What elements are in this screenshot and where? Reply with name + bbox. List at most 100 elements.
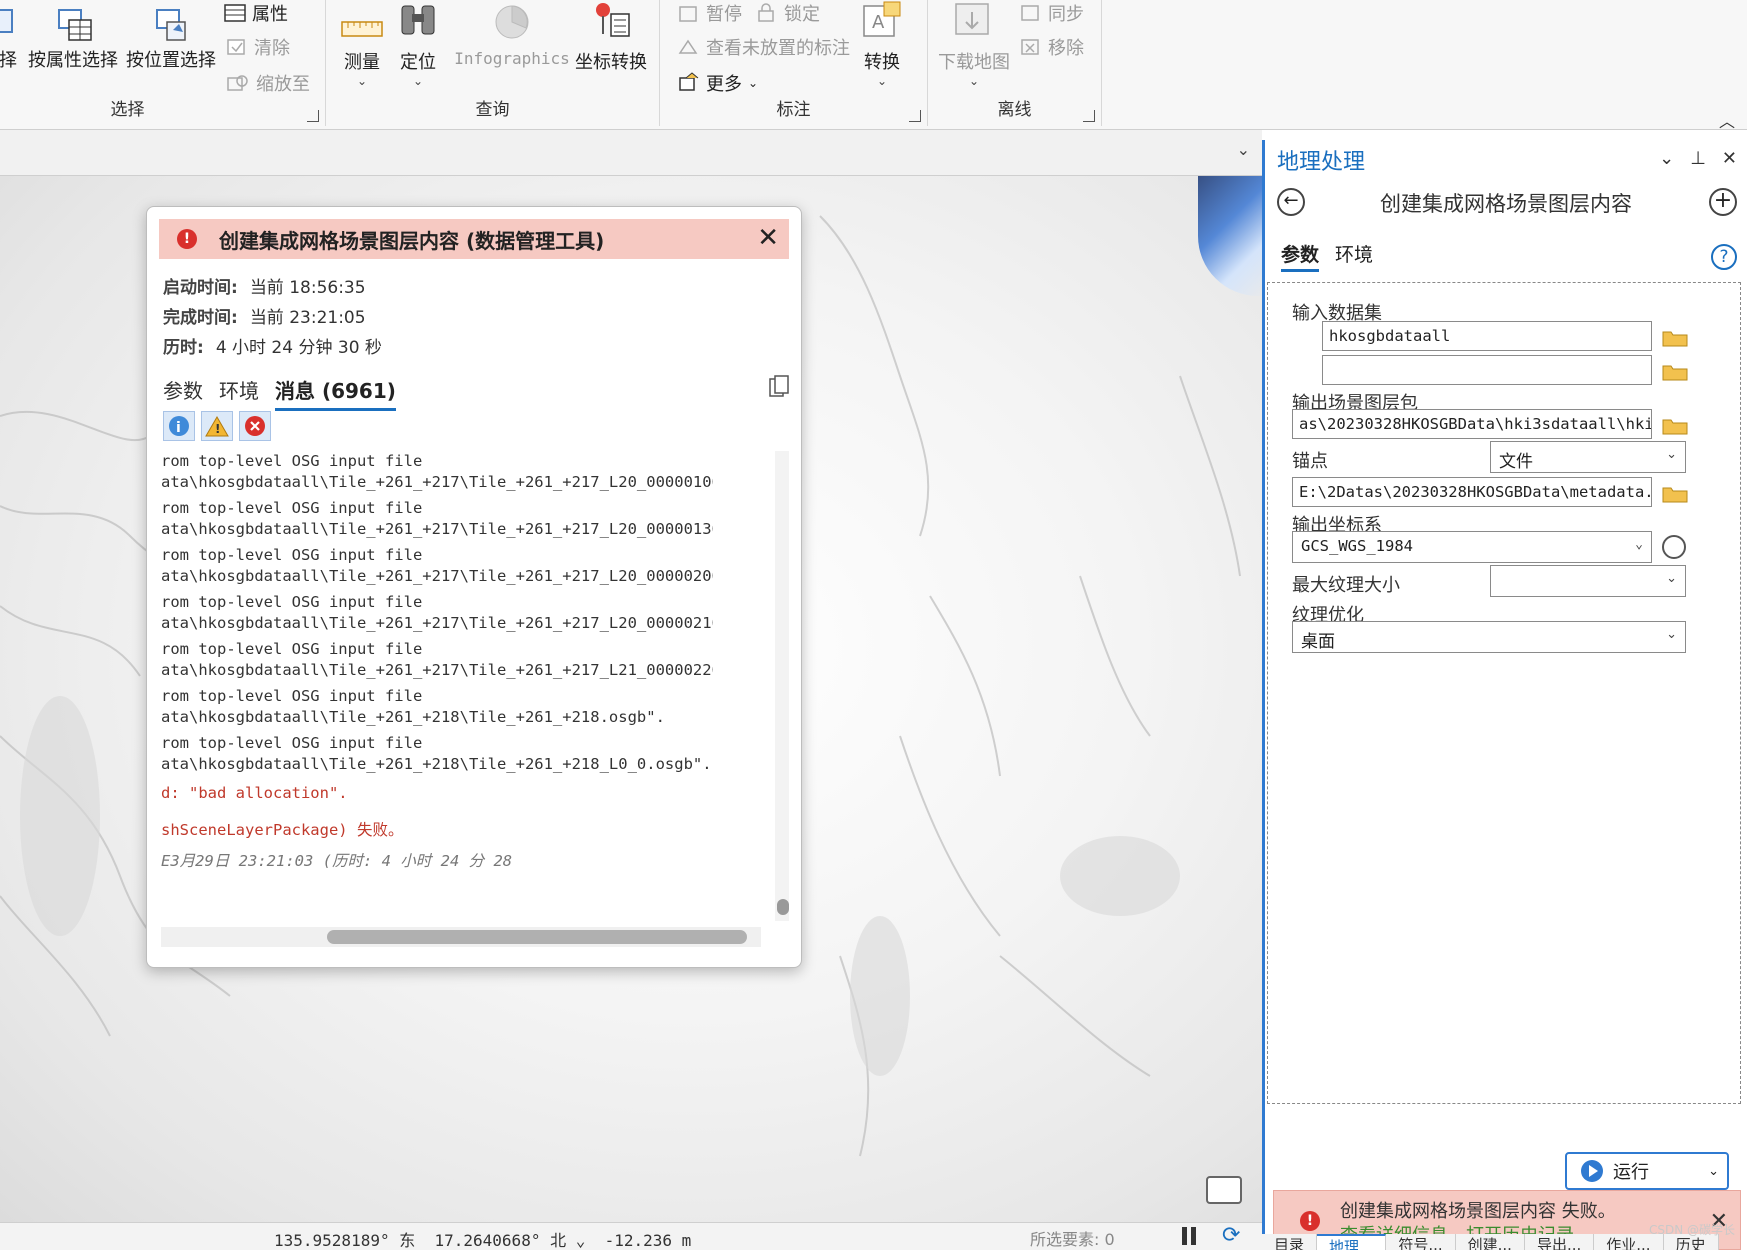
select-by-attribute-button[interactable]: 按属性选择	[26, 8, 120, 72]
locate-button[interactable]: 定位 ⌄	[392, 0, 444, 88]
copy-icon[interactable]	[769, 375, 789, 399]
help-icon[interactable]: ?	[1711, 244, 1737, 270]
location-select-icon	[156, 9, 186, 41]
add-plus-icon[interactable]: +	[1709, 188, 1737, 216]
scrollbar-thumb[interactable]	[327, 930, 747, 944]
download-map-button[interactable]: 下载地图 ⌄	[932, 0, 1016, 88]
elapsed-time-row: 历时: 4 小时 24 分钟 30 秒	[163, 338, 382, 358]
folder-icon[interactable]	[1662, 483, 1688, 503]
geoprocessing-pane: 地理处理 ⌄ ⊥ ✕ ← 创建集成网格场景图层内容 + 参数 环境 ? 输入数据…	[1262, 140, 1747, 1250]
binoculars-icon	[401, 5, 435, 35]
unplaced-labels-icon	[678, 39, 698, 54]
list-item: rom top-level OSG input file ata\hkosgbda…	[161, 452, 713, 491]
more-labels-icon	[679, 72, 699, 91]
select-group: 择 按属性选择 按位置选择 属性 清除 缩放至 选择	[0, 0, 326, 126]
pie-chart-icon	[495, 5, 529, 39]
output-crs-select[interactable]: GCS_WGS_1984 ⌄	[1292, 531, 1652, 563]
zoom-to-selection-button[interactable]: 缩放至	[226, 70, 310, 96]
messages-list: rom top-level OSG input file ata\hkosgbda…	[161, 451, 713, 921]
input-dataset-field[interactable]: hkosgbdataall	[1322, 321, 1652, 351]
globe-icon[interactable]	[1662, 535, 1686, 559]
pane-titlebar: 地理处理 ⌄ ⊥ ✕	[1265, 140, 1747, 180]
list-item: rom top-level OSG input file ata\hkosgbda…	[161, 593, 713, 632]
tab-environments[interactable]: 环境	[1335, 240, 1373, 272]
tab-symbology[interactable]: 符号...	[1386, 1234, 1456, 1250]
anchor-type-select[interactable]: 文件 ⌄	[1490, 441, 1686, 473]
clear-selection-button[interactable]: 清除	[226, 34, 290, 60]
coordinate-conversion-button[interactable]: 坐标转换	[570, 0, 652, 74]
scrollbar-thumb[interactable]	[777, 899, 789, 915]
labeling-group-launcher-icon[interactable]	[909, 110, 921, 122]
select-group-launcher-icon[interactable]	[307, 110, 319, 122]
lock-icon	[758, 3, 774, 22]
offline-group-launcher-icon[interactable]	[1083, 110, 1095, 122]
dialog-close-icon[interactable]: ✕	[757, 223, 779, 253]
warning-filter-icon[interactable]: !	[201, 411, 233, 441]
tab-geoprocessing[interactable]: 地理...	[1317, 1234, 1387, 1250]
dialog-header: ! 创建集成网格场景图层内容 (数据管理工具) ✕	[159, 219, 789, 259]
infographics-button[interactable]: Infographics	[452, 0, 572, 69]
chevron-down-icon[interactable]: ⌄	[1708, 1164, 1719, 1179]
tab-messages[interactable]: 消息 (6961)	[275, 375, 396, 411]
more-labeling-button[interactable]: 更多 ⌄	[678, 70, 758, 96]
list-item: rom top-level OSG input file ata\hkosgbda…	[161, 734, 712, 773]
offline-group-label: 离线	[997, 100, 1032, 120]
measure-button[interactable]: 测量 ⌄	[336, 14, 388, 88]
collapse-ribbon-icon[interactable]: ︿	[1719, 108, 1735, 132]
texture-optimization-select[interactable]: 桌面 ⌄	[1292, 621, 1686, 653]
remove-offline-button[interactable]: 移除	[1020, 34, 1084, 60]
folder-icon[interactable]	[1662, 415, 1688, 435]
zoom-to-icon	[227, 75, 248, 91]
list-item: rom top-level OSG input file ata\hkosgbda…	[161, 687, 665, 726]
convert-labels-button[interactable]: A 转换 ⌄	[856, 0, 908, 88]
failure-message: 创建集成网格场景图层内容 失败。	[1340, 1201, 1616, 1222]
input-dataset-field-empty[interactable]	[1322, 355, 1652, 385]
tab-environments[interactable]: 环境	[219, 375, 259, 411]
view-options-chevron-icon[interactable]: ⌄	[1237, 140, 1250, 159]
select-by-location-button[interactable]: 按位置选择	[124, 8, 218, 72]
error-filter-icon[interactable]	[239, 411, 271, 441]
tab-export[interactable]: 导出...	[1524, 1234, 1595, 1250]
pane-close-icon[interactable]: ✕	[1722, 148, 1737, 169]
max-texture-select[interactable]: ⌄	[1490, 565, 1686, 597]
svg-text:A: A	[872, 12, 885, 33]
view-unplaced-labels-button[interactable]: 查看未放置的标注	[678, 34, 850, 60]
tab-parameters[interactable]: 参数	[163, 375, 203, 411]
info-filter-icon[interactable]: i	[163, 411, 195, 441]
error-message-line: d: "bad allocation".	[161, 784, 348, 802]
output-package-field[interactable]: as\20230328HKOSGBData\hki3sdataall\hki.s…	[1292, 409, 1652, 439]
folder-icon[interactable]	[1662, 361, 1688, 381]
lock-labeling-button[interactable]: 锁定	[756, 0, 820, 26]
ribbon: 择 按属性选择 按位置选择 属性 清除 缩放至 选择 测量 ⌄ 定位 ⌄ Inf…	[0, 0, 1747, 132]
pause-drawing-icon[interactable]	[1180, 1227, 1198, 1245]
tab-create[interactable]: 创建...	[1455, 1234, 1525, 1250]
download-map-icon	[955, 3, 989, 35]
selected-features-count: 所选要素: 0	[1030, 1230, 1115, 1249]
select-button-partial[interactable]: 择	[0, 8, 18, 72]
start-time-row: 启动时间: 当前 18:56:35	[163, 278, 366, 298]
coordinate-readout[interactable]: 135.9528189° 东 17.2640668° 北 ⌄ -12.236 m	[274, 1227, 691, 1250]
pause-labeling-button[interactable]: 暂停	[678, 0, 742, 26]
tool-header: ← 创建集成网格场景图层内容 +	[1265, 184, 1747, 224]
svg-text:i: i	[176, 420, 181, 436]
tab-catalog[interactable]: 目录	[1262, 1234, 1318, 1250]
vertical-scrollbar[interactable]	[775, 451, 789, 921]
map-view-strip: ⌄	[0, 130, 1262, 176]
sync-button[interactable]: 同步	[1020, 0, 1084, 26]
refresh-icon[interactable]: ⟳	[1222, 1223, 1240, 1248]
tab-parameters[interactable]: 参数	[1281, 240, 1320, 272]
chevron-down-icon: ⌄	[1635, 537, 1643, 552]
inquiry-group-label: 查询	[475, 100, 510, 120]
chevron-down-icon: ⌄	[876, 74, 888, 88]
pin-icon[interactable]: ⊥	[1690, 148, 1706, 169]
pane-menu-chevron-icon[interactable]: ⌄	[1659, 148, 1674, 169]
attributes-button[interactable]: 属性	[224, 0, 288, 26]
run-button[interactable]: 运行 ⌄	[1565, 1152, 1729, 1190]
chevron-down-icon: ⌄	[1666, 627, 1677, 642]
navigator-icon[interactable]	[1206, 1176, 1242, 1204]
inquiry-group: 测量 ⌄ 定位 ⌄ Infographics 坐标转换 查询	[326, 0, 660, 126]
folder-icon[interactable]	[1662, 327, 1688, 347]
offline-group: 下载地图 ⌄ 同步 移除 离线	[928, 0, 1102, 126]
horizontal-scrollbar[interactable]	[161, 927, 761, 947]
anchor-file-field[interactable]: E:\2Datas\20230328HKOSGBData\metadata.xm…	[1292, 477, 1652, 507]
